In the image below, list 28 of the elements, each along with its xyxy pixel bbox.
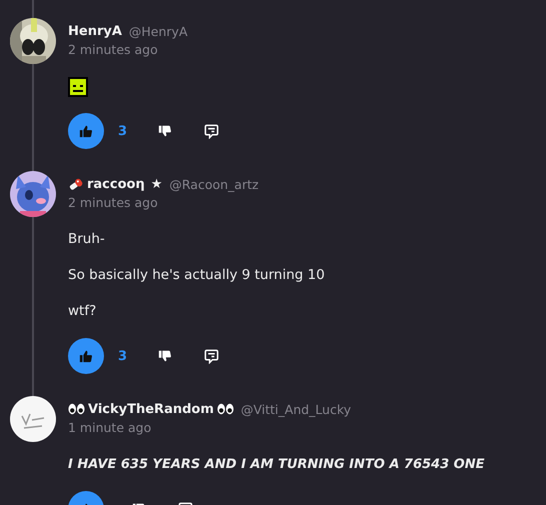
author-name[interactable]: VickyTheRandom: [88, 402, 214, 416]
author-name[interactable]: raccooη: [87, 176, 145, 192]
timestamp: 1 minute ago: [68, 420, 152, 435]
comment-text: So basically he's actually 9 turning 10: [68, 266, 326, 285]
face-emoji-icon: [68, 77, 88, 97]
reply-icon[interactable]: [204, 348, 219, 364]
comment-text: I HAVE 635 YEARS AND I AM TURNING INTO A 76543 ONE: [68, 456, 486, 474]
timestamp: 2 minutes ago: [68, 195, 159, 210]
star-symbol: ★: [150, 176, 162, 192]
thumbs-up-icon: [79, 349, 93, 363]
timestamp: 2 minutes ago: [68, 42, 159, 57]
comment-text: wtf?: [68, 302, 98, 321]
eyes-icon: [216, 403, 234, 415]
comment-text: Bruh-: [68, 230, 106, 249]
thumbs-up-icon: [79, 124, 93, 138]
user-handle[interactable]: @HenryA: [128, 24, 188, 38]
meat-icon: [68, 176, 84, 192]
reply-icon[interactable]: [204, 124, 219, 138]
user-handle[interactable]: @Vitti_And_Lucky: [240, 402, 352, 416]
like-button[interactable]: [68, 338, 104, 374]
thumbs-down-icon[interactable]: [158, 124, 172, 138]
user-handle[interactable]: @Racoon_artz: [169, 176, 259, 192]
eyes-icon: [68, 403, 85, 415]
thumbs-down-icon[interactable]: [158, 349, 172, 363]
like-count: 3: [118, 124, 128, 138]
like-button[interactable]: [68, 113, 104, 149]
like-count: 3: [118, 348, 128, 364]
author-name[interactable]: HenryA: [68, 24, 122, 38]
